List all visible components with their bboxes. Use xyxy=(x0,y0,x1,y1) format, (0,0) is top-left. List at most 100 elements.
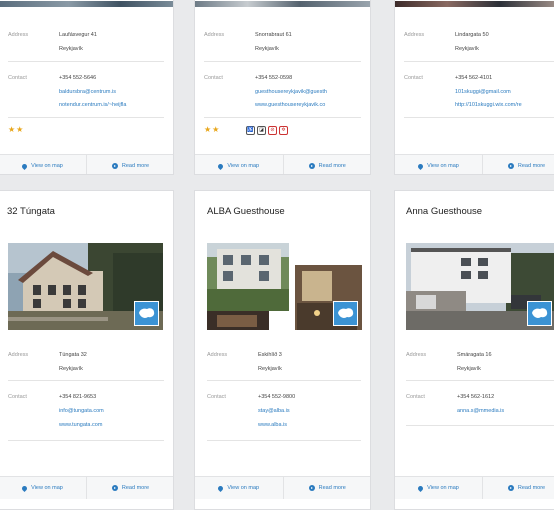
view-on-map-label: View on map xyxy=(227,485,260,491)
view-on-map-label: View on map xyxy=(427,163,459,169)
arrow-circle-icon xyxy=(507,163,514,169)
address-label: Address xyxy=(207,352,228,358)
map-pin-icon xyxy=(417,162,425,170)
read-more-label: Read more xyxy=(318,485,346,491)
card-title: Anna Guesthouse xyxy=(406,206,483,217)
website-link[interactable]: www.alba.is xyxy=(258,422,287,428)
email-link[interactable]: info@tungata.com xyxy=(59,408,104,414)
star-rating: ★★ xyxy=(8,125,25,134)
arrow-circle-icon xyxy=(308,163,315,169)
card-title: ALBA Guesthouse xyxy=(207,206,285,217)
address-street: Laufásvegur 41 xyxy=(59,32,97,38)
address-label: Address xyxy=(8,352,29,358)
divider xyxy=(207,440,361,441)
phone: +354 821-9653 xyxy=(59,394,97,400)
star-rating: ★★ xyxy=(204,125,221,134)
card-footer: View on map Read more xyxy=(0,154,173,174)
view-on-map-label: View on map xyxy=(427,485,459,491)
guesthouse-photo[interactable] xyxy=(207,243,362,330)
accessibility-icon: ♿ xyxy=(246,126,255,135)
divider xyxy=(404,117,554,118)
no-smoking-icon: ⊘ xyxy=(268,126,277,135)
divider xyxy=(204,61,361,62)
address-city: Reykjavík xyxy=(455,46,479,52)
address-street: Snorrabraut 61 xyxy=(255,32,292,38)
address-label: Address xyxy=(404,32,425,38)
website-link[interactable]: http://101skuggi.wix.com/re xyxy=(455,102,522,108)
view-on-map-button[interactable]: View on map xyxy=(0,155,86,174)
iceland-badge-icon xyxy=(527,301,552,326)
website-link[interactable]: www.tungata.com xyxy=(59,422,102,428)
address-city: Reykjavík xyxy=(258,366,282,372)
contact-label: Contact xyxy=(8,75,27,81)
website-link[interactable]: notendur.centrum.is/~heijfla xyxy=(59,102,126,108)
iceland-badge-icon xyxy=(333,301,358,326)
arrow-circle-icon xyxy=(111,485,118,491)
iceland-badge-icon xyxy=(134,301,159,326)
read-more-label: Read more xyxy=(517,163,546,169)
divider xyxy=(406,380,554,381)
guesthouse-photo[interactable] xyxy=(406,243,554,330)
guesthouse-photo[interactable] xyxy=(8,243,163,330)
address-city: Reykjavík xyxy=(457,366,481,372)
view-on-map-button[interactable]: View on map xyxy=(395,155,482,174)
map-pin-icon xyxy=(217,484,225,492)
arrow-circle-icon xyxy=(111,163,118,169)
amenity-icons: ♿ ◪ ⊘ ✲ xyxy=(246,126,288,135)
view-on-map-label: View on map xyxy=(227,163,260,169)
website-link[interactable]: www.guesthousereykjavik.co xyxy=(255,102,325,108)
card-footer: View on map Read more xyxy=(395,154,554,174)
map-pin-icon xyxy=(417,484,425,492)
email-link[interactable]: stay@alba.is xyxy=(258,408,290,414)
card-photo-strip xyxy=(195,1,370,7)
read-more-button[interactable]: Read more xyxy=(482,155,554,174)
address-city: Reykjavík xyxy=(59,366,83,372)
divider xyxy=(204,117,361,118)
divider xyxy=(8,61,164,62)
divider xyxy=(406,425,554,426)
guesthouse-card: Address Laufásvegur 41 Reykjavík Contact… xyxy=(0,0,174,175)
address-label: Address xyxy=(8,32,29,38)
read-more-label: Read more xyxy=(517,485,546,491)
guesthouse-card: ALBA Guesthouse Address Eskihlíð 3 Reykj… xyxy=(194,190,371,510)
divider xyxy=(8,440,164,441)
pets-icon: ✲ xyxy=(279,126,288,135)
map-pin-icon xyxy=(21,484,29,492)
card-title: 32 Túngata xyxy=(7,206,55,217)
email-link[interactable]: 101skuggi@gmail.com xyxy=(455,89,511,95)
divider xyxy=(404,61,554,62)
address-street: Eskihlíð 3 xyxy=(258,352,282,358)
email-link[interactable]: baldursbra@centrum.is xyxy=(59,89,116,95)
read-more-label: Read more xyxy=(121,485,150,491)
address-street: Lindargata 50 xyxy=(455,32,489,38)
contact-label: Contact xyxy=(8,394,27,400)
address-label: Address xyxy=(204,32,225,38)
card-photo-strip xyxy=(395,1,554,7)
read-more-button[interactable]: Read more xyxy=(282,155,371,174)
guesthouse-card: Address Lindargata 50 Reykjavík Contact … xyxy=(394,0,554,175)
divider xyxy=(207,380,361,381)
tv-icon: ◪ xyxy=(257,126,266,135)
address-label: Address xyxy=(406,352,427,358)
map-pin-icon xyxy=(21,162,29,170)
view-on-map-button[interactable]: View on map xyxy=(195,155,283,174)
divider xyxy=(8,380,164,381)
arrow-circle-icon xyxy=(308,485,315,491)
address-street: Smáragata 16 xyxy=(457,352,492,358)
read-more-button[interactable]: Read more xyxy=(86,155,173,174)
arrow-circle-icon xyxy=(507,485,514,491)
contact-label: Contact xyxy=(404,75,423,81)
email-link[interactable]: guesthousereykjavik@guesth xyxy=(255,89,327,95)
contact-label: Contact xyxy=(204,75,223,81)
phone: +354 552-5646 xyxy=(59,75,97,81)
email-link[interactable]: anna.s@mmedia.is xyxy=(457,408,504,414)
phone: +354 552-9800 xyxy=(258,394,296,400)
address-street: Túngata 32 xyxy=(59,352,87,358)
read-more-label: Read more xyxy=(121,163,150,169)
phone: +354 562-1612 xyxy=(457,394,495,400)
view-on-map-label: View on map xyxy=(31,485,63,491)
phone: +354 552-0598 xyxy=(255,75,293,81)
map-pin-icon xyxy=(217,162,225,170)
address-city: Reykjavík xyxy=(59,46,83,52)
phone: +354 562-4101 xyxy=(455,75,493,81)
